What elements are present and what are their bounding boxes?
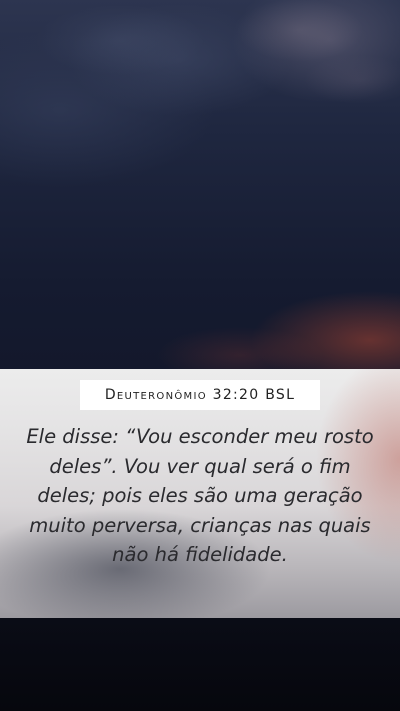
verse-wallpaper: Deuteronômio 32:20 BSL Ele disse: “Vou e… bbox=[0, 0, 400, 711]
reference-label-box: Deuteronômio 32:20 BSL bbox=[80, 380, 320, 410]
verse-reference: Deuteronômio 32:20 BSL bbox=[104, 387, 296, 403]
verse-text: Ele disse: “Vou esconder meu rosto deles… bbox=[26, 425, 374, 566]
bottom-background bbox=[0, 618, 400, 711]
sky-background bbox=[0, 0, 400, 200]
